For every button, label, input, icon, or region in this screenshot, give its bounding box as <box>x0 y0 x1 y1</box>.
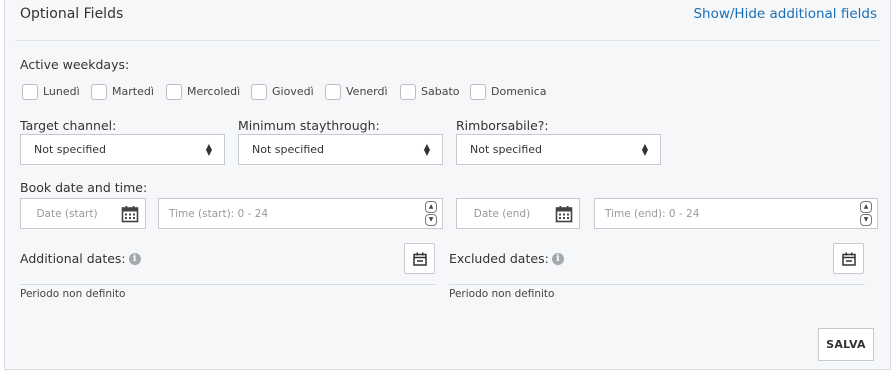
checkbox-box[interactable] <box>470 83 486 100</box>
optional-fields-panel: Optional Fields Show/Hide additional fie… <box>4 0 891 370</box>
edit-additional-dates-button[interactable] <box>404 243 435 274</box>
spinner-down-icon[interactable]: ▼ <box>860 214 872 226</box>
header-divider <box>15 40 880 41</box>
book-date-label: Book date and time: <box>20 180 148 195</box>
weekday-checkbox-sabato[interactable]: Sabato <box>400 82 460 101</box>
checkbox-box[interactable] <box>251 83 267 100</box>
weekday-label: Domenica <box>491 85 547 98</box>
additional-dates-divider <box>20 284 436 285</box>
excluded-dates-period: Periodo non definito <box>449 288 555 300</box>
spinner-down-icon[interactable]: ▼ <box>425 214 437 226</box>
info-icon[interactable]: i <box>551 253 564 265</box>
calendar-icon[interactable] <box>555 205 573 223</box>
date-end-placeholder: Date (end) <box>473 207 531 220</box>
weekday-label: Venerdì <box>346 85 388 98</box>
target-channel-select[interactable]: Not specified ▲ ▼ <box>20 134 225 165</box>
checkbox-box[interactable] <box>22 83 38 100</box>
calendar-edit-icon <box>412 252 427 266</box>
info-icon[interactable]: i <box>128 253 141 265</box>
time-spinner: ▲ ▼ <box>425 201 437 227</box>
additional-dates-label: Additional dates: i <box>20 251 141 266</box>
time-start-input[interactable]: Time (start): 0 - 24 ▲ ▼ <box>158 198 443 229</box>
panel-title: Optional Fields <box>20 6 124 22</box>
time-start-placeholder: Time (start): 0 - 24 <box>169 207 269 220</box>
weekday-label: Lunedì <box>43 85 80 98</box>
weekday-label: Martedì <box>112 85 154 98</box>
date-end-input[interactable]: Date (end) <box>456 198 580 229</box>
save-button[interactable]: SALVA <box>818 328 874 361</box>
weekday-label: Giovedì <box>272 85 314 98</box>
select-value: Not specified <box>252 143 325 156</box>
min-staythrough-label: Minimum staythrough: <box>238 118 380 133</box>
additional-dates-text: Additional dates: <box>20 251 126 266</box>
edit-excluded-dates-button[interactable] <box>833 243 864 274</box>
weekday-checkbox-mercoledi[interactable]: Mercoledì <box>166 82 240 101</box>
rimborsabile-label: Rimborsabile?: <box>456 118 549 133</box>
select-arrows-icon: ▲ ▼ <box>641 141 649 157</box>
weekday-checkbox-martedi[interactable]: Martedì <box>91 82 154 101</box>
select-value: Not specified <box>470 143 543 156</box>
date-start-placeholder: Date (start) <box>36 207 98 220</box>
excluded-dates-divider <box>449 284 865 285</box>
time-spinner: ▲ ▼ <box>860 201 872 227</box>
weekday-checkbox-venerdi[interactable]: Venerdì <box>325 82 388 101</box>
weekday-checkbox-lunedi[interactable]: Lunedì <box>22 82 80 101</box>
active-weekdays-label: Active weekdays: <box>20 57 130 72</box>
calendar-icon[interactable] <box>121 205 139 223</box>
spinner-up-icon[interactable]: ▲ <box>425 201 437 213</box>
target-channel-label: Target channel: <box>20 118 117 133</box>
calendar-edit-icon <box>841 252 856 266</box>
select-value: Not specified <box>34 143 107 156</box>
checkbox-box[interactable] <box>400 83 416 100</box>
date-start-input[interactable]: Date (start) <box>20 198 146 229</box>
checkbox-box[interactable] <box>166 83 182 100</box>
additional-dates-period: Periodo non definito <box>20 288 126 300</box>
time-end-input[interactable]: Time (end): 0 - 24 ▲ ▼ <box>594 198 878 229</box>
spinner-up-icon[interactable]: ▲ <box>860 201 872 213</box>
select-arrows-icon: ▲ ▼ <box>205 141 213 157</box>
checkbox-box[interactable] <box>325 83 341 100</box>
min-staythrough-select[interactable]: Not specified ▲ ▼ <box>238 134 443 165</box>
weekday-label: Sabato <box>421 85 460 98</box>
excluded-dates-label: Excluded dates: i <box>449 251 564 266</box>
weekday-label: Mercoledì <box>187 85 241 98</box>
weekday-checkbox-giovedi[interactable]: Giovedì <box>251 82 314 101</box>
show-hide-fields-link[interactable]: Show/Hide additional fields <box>693 6 877 22</box>
excluded-dates-text: Excluded dates: <box>449 251 549 266</box>
checkbox-box[interactable] <box>91 83 107 100</box>
select-arrows-icon: ▲ ▼ <box>423 141 431 157</box>
time-end-placeholder: Time (end): 0 - 24 <box>605 207 700 220</box>
rimborsabile-select[interactable]: Not specified ▲ ▼ <box>456 134 661 165</box>
weekday-checkbox-domenica[interactable]: Domenica <box>470 82 547 101</box>
